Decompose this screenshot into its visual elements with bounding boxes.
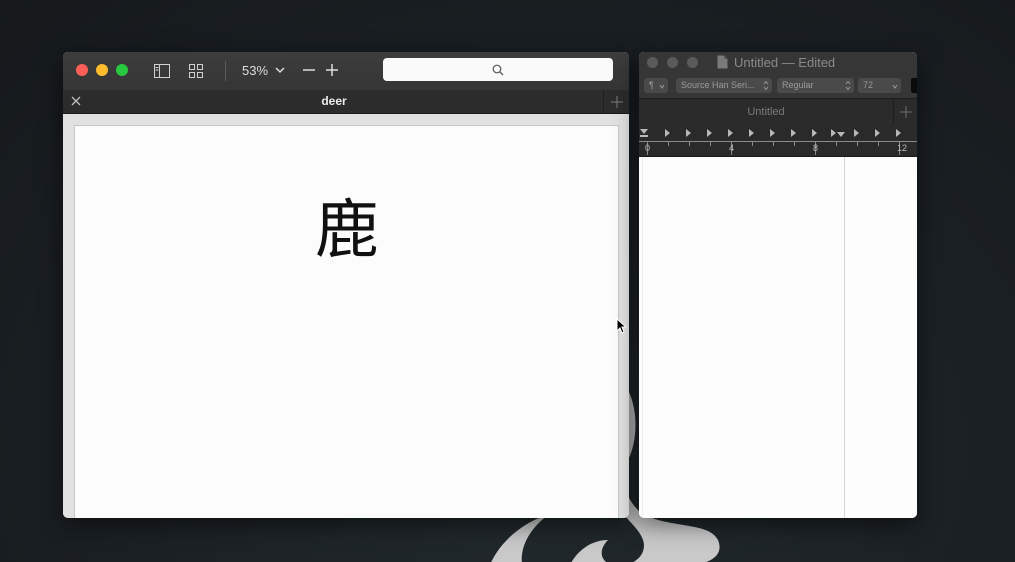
format-bar: ¶ Source Han Seri... Regular 72: [639, 74, 917, 98]
tab-deer[interactable]: deer: [63, 94, 605, 109]
textedit-tab-bar: Untitled: [639, 98, 917, 125]
paragraph-style-label: ¶: [649, 80, 654, 90]
text-editor-area[interactable]: [639, 157, 917, 518]
document-page[interactable]: 鹿: [74, 125, 619, 518]
search-field[interactable]: [383, 58, 613, 81]
tab-bar: deer: [63, 90, 629, 114]
left-margin-line: [642, 157, 643, 518]
window-title: Untitled — Edited: [734, 55, 836, 70]
search-icon: [492, 64, 504, 75]
zoom-level[interactable]: 53%: [242, 63, 268, 79]
chevron-down-icon: [892, 84, 898, 89]
close-button[interactable]: [647, 57, 658, 68]
text-color-well[interactable]: [911, 78, 917, 93]
ruler[interactable]: 0 4 8 12: [639, 124, 917, 157]
textedit-titlebar: Untitled — Edited: [639, 52, 917, 74]
plus-icon: [610, 95, 623, 108]
tab-untitled[interactable]: Untitled: [639, 105, 893, 119]
ruler-label: 4: [729, 143, 735, 153]
contact-sheet-icon[interactable]: [187, 62, 205, 80]
font-family-popup[interactable]: Source Han Seri...: [676, 78, 772, 93]
up-down-arrows-icon: [763, 80, 769, 91]
preview-toolbar: 53%: [63, 52, 629, 91]
font-family-label: Source Han Seri...: [681, 80, 755, 90]
mouse-pointer-icon: [616, 318, 626, 334]
document-icon: [717, 55, 728, 69]
close-button[interactable]: [76, 64, 88, 76]
up-down-arrows-icon: [845, 80, 851, 91]
font-size-label: 72: [863, 80, 874, 90]
sidebar-toggle-icon[interactable]: [153, 62, 171, 80]
preview-window: 53% deer 鹿: [63, 52, 629, 518]
zoom-out-icon[interactable]: [301, 62, 317, 78]
font-style-popup[interactable]: Regular: [777, 78, 854, 93]
zoom-button[interactable]: [687, 57, 698, 68]
right-margin-line: [844, 157, 845, 518]
font-size-popup[interactable]: 72: [858, 78, 901, 93]
textedit-window: Untitled — Edited ¶ Source Han Seri... R…: [639, 52, 917, 518]
ruler-markings: [639, 129, 917, 155]
chevron-down-icon[interactable]: [274, 64, 286, 76]
font-style-label: Regular: [782, 80, 814, 90]
zoom-in-icon[interactable]: [324, 62, 340, 78]
ruler-label: 8: [813, 143, 819, 153]
minimize-button[interactable]: [667, 57, 678, 68]
minimize-button[interactable]: [96, 64, 108, 76]
document-text: 鹿: [315, 194, 379, 268]
chevron-down-icon: [659, 84, 665, 89]
plus-icon: [899, 105, 912, 118]
toolbar-separator: [225, 61, 226, 81]
document-area[interactable]: 鹿: [63, 114, 629, 518]
new-tab-button[interactable]: [893, 99, 917, 124]
ruler-label: 0: [645, 143, 651, 153]
zoom-button[interactable]: [116, 64, 128, 76]
ruler-label: 12: [897, 143, 908, 153]
paragraph-style-popup[interactable]: ¶: [644, 78, 668, 93]
new-tab-button[interactable]: [603, 90, 629, 113]
